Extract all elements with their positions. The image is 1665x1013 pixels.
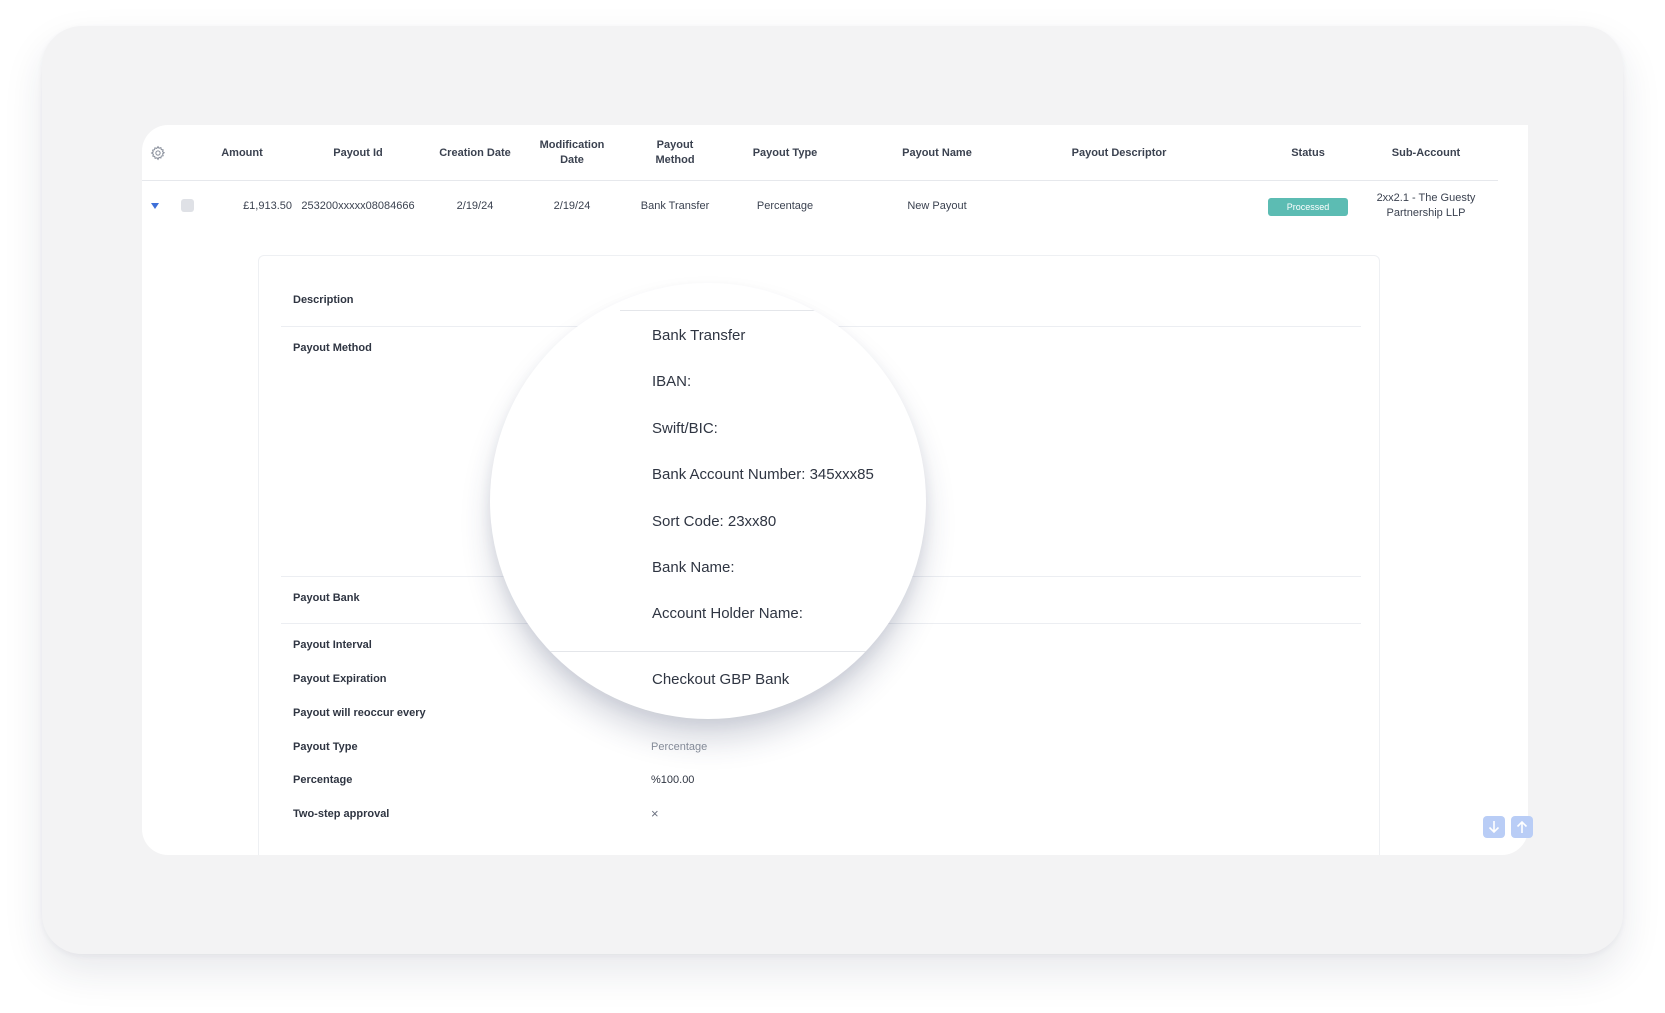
divider (620, 310, 820, 311)
arrow-up-icon (1516, 820, 1528, 833)
row-checkbox[interactable] (181, 199, 194, 212)
column-header-payout-method[interactable]: Payout Method (640, 138, 710, 168)
payout-reoccur-label: Payout will reoccur every (293, 707, 426, 719)
two-step-approval-label: Two-step approval (293, 808, 390, 820)
payout-bank-label: Payout Bank (293, 592, 360, 604)
divider (490, 651, 926, 652)
column-header-payout-name[interactable]: Payout Name (882, 146, 992, 161)
status-badge: Processed (1268, 198, 1348, 216)
column-header-payout-descriptor[interactable]: Payout Descriptor (1049, 146, 1189, 161)
magnified-bank-name: Bank Name: (652, 559, 735, 576)
sub-account-text: Partnership LLP (1386, 207, 1466, 219)
cell-payout-id: 253200xxxxx08084666 (301, 200, 415, 212)
column-header-text: Date (560, 154, 584, 166)
column-header-creation-date[interactable]: Creation Date (430, 146, 520, 161)
payout-interval-label: Payout Interval (293, 639, 372, 651)
magnified-account-holder-name: Account Holder Name: (652, 605, 803, 622)
table-header: Amount Payout Id Creation Date Modificat… (142, 125, 1498, 181)
cell-payout-method: Bank Transfer (640, 200, 710, 212)
magnified-bank-account-number: Bank Account Number: 345xxx85 (652, 466, 874, 483)
cell-creation-date: 2/19/24 (456, 200, 494, 212)
description-label: Description (293, 294, 354, 306)
sub-account-text: 2xx2.1 - The Guesty (1376, 192, 1476, 204)
payout-type-value: Percentage (651, 741, 708, 753)
magnified-payout-bank: Checkout GBP Bank (652, 671, 790, 688)
cell-payout-type: Percentage (756, 200, 814, 212)
scroll-down-button[interactable] (1483, 816, 1505, 838)
scroll-up-button[interactable] (1511, 816, 1533, 838)
magnified-sort-code: Sort Code: 23xx80 (652, 513, 777, 530)
magnified-iban: IBAN: (652, 373, 692, 390)
arrow-down-icon (1488, 821, 1500, 834)
column-header-payout-type[interactable]: Payout Type (740, 146, 830, 161)
percentage-value: %100.00 (651, 774, 695, 786)
column-header-sub-account[interactable]: Sub-Account (1376, 146, 1476, 161)
cell-modification-date: 2/19/24 (553, 200, 591, 212)
payout-type-label: Payout Type (293, 741, 358, 753)
column-header-status[interactable]: Status (1268, 146, 1348, 161)
payout-method-label: Payout Method (293, 342, 372, 354)
column-header-text: Modification (539, 139, 605, 151)
payout-expiration-label: Payout Expiration (293, 673, 387, 685)
percentage-label: Percentage (293, 774, 353, 786)
close-icon: × (651, 806, 659, 821)
cell-payout-name: New Payout (907, 200, 967, 212)
magnified-swift-bic: Swift/BIC: (652, 420, 718, 437)
caret-down-icon[interactable] (151, 203, 159, 209)
column-header-text: Method (655, 154, 695, 166)
column-header-text: Payout (656, 139, 694, 151)
gear-icon[interactable] (150, 145, 166, 161)
cell-amount: £1,913.50 (243, 200, 292, 212)
column-header-payout-id[interactable]: Payout Id (318, 146, 398, 161)
column-header-modification-date[interactable]: Modification Date (532, 138, 612, 168)
cell-sub-account: 2xx2.1 - The Guesty Partnership LLP (1366, 191, 1486, 221)
column-header-amount[interactable]: Amount (212, 146, 272, 161)
magnifier-lens: Bank Transfer IBAN: Swift/BIC: Bank Acco… (490, 283, 926, 719)
magnified-payout-method: Bank Transfer (652, 327, 746, 344)
